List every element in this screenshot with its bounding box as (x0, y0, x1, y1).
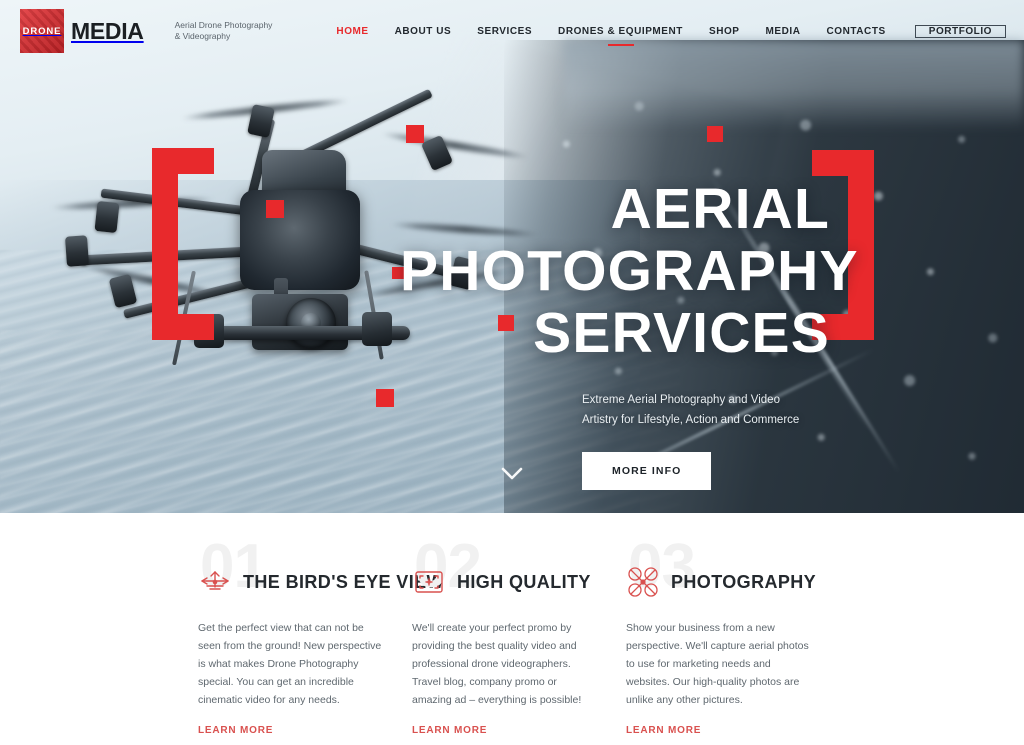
feature-card-high-quality: 02 HIGH QUALITY We'll create your perfec… (412, 532, 624, 745)
nav-item-media[interactable]: MEDIA (753, 26, 814, 37)
feature-header: PHOTOGRAPHY (626, 561, 840, 603)
feature-header: THE BIRD'S EYE VIEW (198, 561, 444, 603)
site-header: DRONE MEDIA Aerial Drone Photography & V… (0, 0, 1024, 62)
red-bracket-left (152, 148, 214, 340)
drone-motor-5 (64, 235, 90, 267)
logo-wordmark: MEDIA (71, 17, 144, 44)
red-square-6 (707, 126, 723, 142)
camera-focus-frame-icon (412, 565, 446, 599)
hero-content: AERIAL PHOTOGRAPHY SERVICES Extreme Aeri… (400, 177, 859, 490)
feature-description: Get the perfect view that can not be see… (198, 622, 382, 706)
hero-title-line-2: SERVICES (533, 301, 830, 365)
nav-item-home[interactable]: HOME (323, 26, 381, 37)
red-square-1 (406, 125, 424, 143)
drone-front-icon (198, 565, 232, 599)
hero-title: AERIAL PHOTOGRAPHY SERVICES (400, 177, 859, 365)
drone-motor-4 (94, 200, 120, 234)
hero-title-line-1: AERIAL PHOTOGRAPHY (400, 177, 859, 303)
brand-tagline-line-1: Aerial Drone Photography (174, 20, 273, 30)
brand-logo[interactable]: DRONE MEDIA (20, 9, 144, 53)
nav-item-contacts[interactable]: CONTACTS (814, 26, 899, 37)
features-section: 01 THE BIRD'S EYE VIEW Get the perfect v… (0, 513, 1024, 745)
nav-item-about-us[interactable]: ABOUT US (382, 26, 465, 37)
feature-header: HIGH QUALITY (412, 561, 624, 603)
feature-title: HIGH QUALITY (457, 571, 591, 592)
red-square-2 (266, 200, 284, 218)
feature-learn-more-link[interactable]: LEARN MORE (198, 725, 273, 736)
main-navigation: HOME ABOUT US SERVICES DRONES & EQUIPMEN… (323, 24, 1006, 38)
propeller-blur-2 (380, 130, 530, 161)
brand-tagline: Aerial Drone Photography & Videography (175, 20, 273, 42)
logo-mark-icon: DRONE (20, 9, 64, 53)
red-square-5 (376, 389, 394, 407)
drone-camera-lens (286, 298, 336, 348)
feature-title: PHOTOGRAPHY (671, 571, 817, 592)
feature-card-birds-eye-view: 01 THE BIRD'S EYE VIEW Get the perfect v… (198, 532, 444, 745)
feature-card-photography: 03 PHOTOGRAPHY Show your business from a… (626, 532, 840, 745)
nav-item-drones-equipment[interactable]: DRONES & EQUIPMENT (545, 26, 696, 37)
portfolio-button[interactable]: PORTFOLIO (914, 24, 1006, 38)
quadcopter-icon (626, 565, 660, 599)
drone-body-core (240, 190, 360, 290)
nav-item-services[interactable]: SERVICES (464, 26, 545, 37)
feature-description: Show your business from a new perspectiv… (626, 622, 809, 706)
brand-tagline-line-2: & Videography (174, 31, 231, 41)
nav-item-shop[interactable]: SHOP (696, 26, 753, 37)
logo-mark-text: DRONE (22, 25, 62, 37)
chevron-down-icon[interactable] (501, 465, 523, 485)
feature-learn-more-link[interactable]: LEARN MORE (412, 725, 487, 736)
hero-more-info-button[interactable]: MORE INFO (582, 452, 712, 490)
drone-gimbal-motor-right (362, 312, 392, 346)
hero-subtitle: Extreme Aerial Photography and Video Art… (582, 394, 800, 426)
hero-section: DRONE MEDIA Aerial Drone Photography & V… (0, 0, 1024, 513)
feature-learn-more-link[interactable]: LEARN MORE (626, 725, 701, 736)
feature-description: We'll create your perfect promo by provi… (412, 622, 582, 706)
